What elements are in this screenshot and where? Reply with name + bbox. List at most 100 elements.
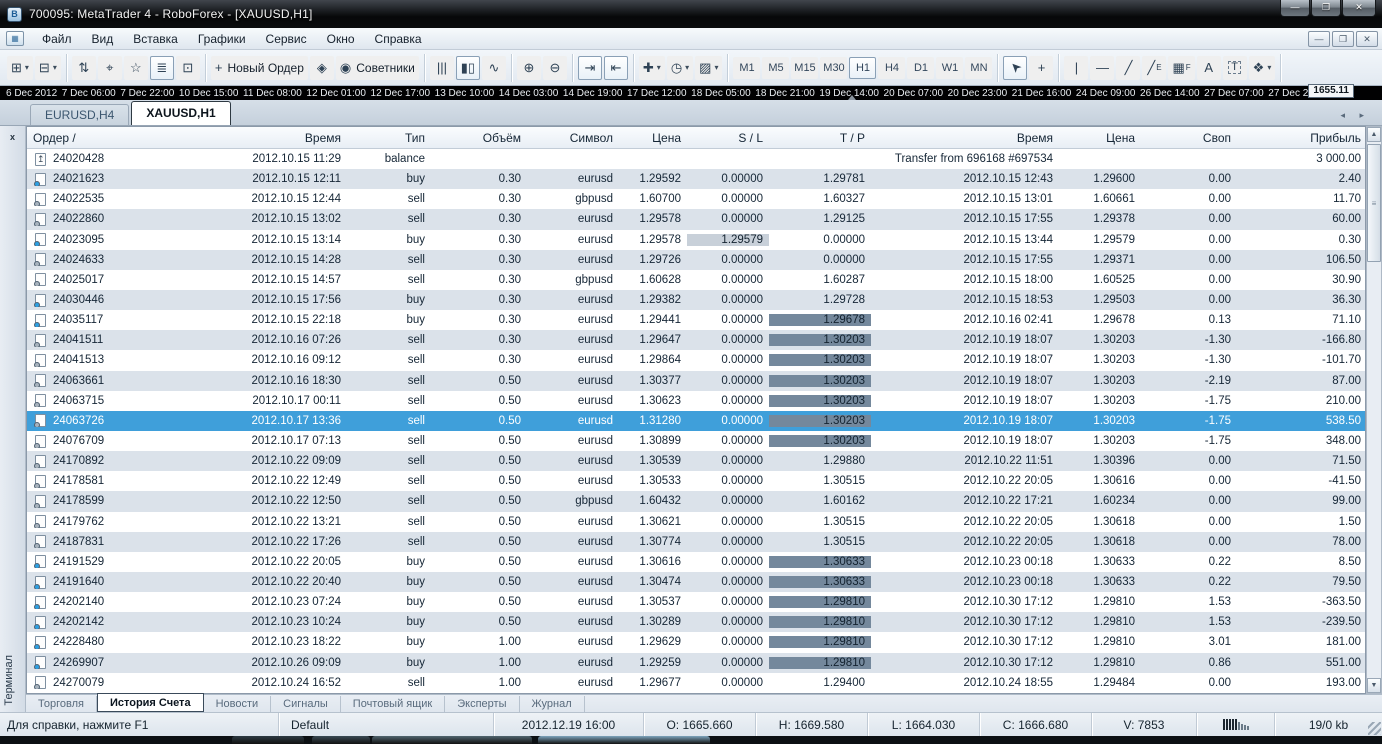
table-row[interactable]: 240415132012.10.16 09:12sell0.30eurusd1.… xyxy=(27,350,1365,370)
table-row[interactable]: 240204282012.10.15 11:29balanceTransfer … xyxy=(27,149,1365,169)
navigator-button[interactable]: ☆ xyxy=(124,56,148,80)
table-row[interactable]: 240246332012.10.15 14:28sell0.30eurusd1.… xyxy=(27,250,1365,270)
terminal-tab-2[interactable]: Новости xyxy=(204,696,272,712)
timeframe-m15-button[interactable]: M15 xyxy=(791,57,818,79)
table-row[interactable]: 241785992012.10.22 12:50sell0.50gbpusd1.… xyxy=(27,491,1365,511)
table-row[interactable]: 240216232012.10.15 12:11buy0.30eurusd1.2… xyxy=(27,169,1365,189)
panel-close-icon[interactable]: x xyxy=(5,130,20,144)
table-row[interactable]: 241708922012.10.22 09:09sell0.50eurusd1.… xyxy=(27,451,1365,471)
taskbar-app-icon[interactable] xyxy=(538,736,710,744)
horizontal-line-button[interactable]: — xyxy=(1090,56,1114,80)
column-header-symbol[interactable]: Символ xyxy=(527,131,619,145)
scroll-down-icon[interactable]: ▼ xyxy=(1367,678,1381,693)
column-header-time1[interactable]: Время xyxy=(143,131,347,145)
table-row[interactable]: 240230952012.10.15 13:14buy0.30eurusd1.2… xyxy=(27,230,1365,250)
column-header-profit[interactable]: Прибыль xyxy=(1237,131,1367,145)
column-header-volume[interactable]: Объём xyxy=(431,131,527,145)
timeframe-mn-button[interactable]: MN xyxy=(965,57,992,79)
market-watch-button[interactable]: ⇅ xyxy=(72,56,96,80)
timeframe-m30-button[interactable]: M30 xyxy=(820,57,847,79)
mdi-minimize-button[interactable]: — xyxy=(1308,31,1330,47)
mdi-close-button[interactable]: ✕ xyxy=(1356,31,1378,47)
title-bar[interactable]: B 700095: MetaTrader 4 - RoboForex - [XA… xyxy=(0,0,1382,28)
zoom-out-button[interactable]: ⊖ xyxy=(543,56,567,80)
column-header-time2[interactable]: Время xyxy=(871,131,1059,145)
menu-item-4[interactable]: Сервис xyxy=(256,30,317,48)
terminal-button[interactable]: ≣ xyxy=(150,56,174,80)
timeframe-d1-button[interactable]: D1 xyxy=(907,57,934,79)
candlestick-chart-button[interactable]: ▮▯ xyxy=(456,56,480,80)
timeframe-m5-button[interactable]: M5 xyxy=(762,57,789,79)
text-label-button[interactable]: T xyxy=(1223,56,1247,80)
terminal-tab-0[interactable]: Торговля xyxy=(26,696,97,712)
table-row[interactable]: 240767092012.10.17 07:13sell0.50eurusd1.… xyxy=(27,431,1365,451)
column-header-tp[interactable]: T / P xyxy=(769,131,871,145)
taskbar-app-icon[interactable] xyxy=(312,736,370,744)
table-row[interactable]: 240250172012.10.15 14:57sell0.30gbpusd1.… xyxy=(27,270,1365,290)
table-row[interactable]: 241915292012.10.22 20:05buy0.50eurusd1.3… xyxy=(27,552,1365,572)
terminal-tab-4[interactable]: Почтовый ящик xyxy=(341,696,445,712)
table-row[interactable]: 242699072012.10.26 09:09buy1.00eurusd1.2… xyxy=(27,653,1365,673)
periods-button[interactable]: ◷▾ xyxy=(667,56,693,80)
cursor-button[interactable]: ➤ xyxy=(1003,56,1027,80)
indicators-button[interactable]: ✚▾ xyxy=(639,56,665,80)
vertical-scrollbar[interactable]: ▲ ≡ ▼ xyxy=(1366,126,1382,694)
terminal-tab-1[interactable]: История Счета xyxy=(97,693,204,712)
zoom-in-button[interactable]: ⊕ xyxy=(517,56,541,80)
chart-tab-xauusd-h1[interactable]: XAUUSD,H1 xyxy=(131,101,230,125)
menu-item-3[interactable]: Графики xyxy=(188,30,256,48)
close-button[interactable]: ✕ xyxy=(1342,0,1376,17)
timeframe-m1-button[interactable]: M1 xyxy=(733,57,760,79)
table-row[interactable]: 240304462012.10.15 17:56buy0.30eurusd1.2… xyxy=(27,290,1365,310)
menu-item-5[interactable]: Окно xyxy=(317,30,365,48)
text-button[interactable]: A xyxy=(1197,56,1221,80)
column-header-swap[interactable]: Своп xyxy=(1141,131,1237,145)
table-row[interactable]: 240225352012.10.15 12:44sell0.30gbpusd1.… xyxy=(27,189,1365,209)
arrows-button[interactable]: ❖▾ xyxy=(1249,56,1276,80)
table-row[interactable]: 241785812012.10.22 12:49sell0.50eurusd1.… xyxy=(27,471,1365,491)
timeframe-h4-button[interactable]: H4 xyxy=(878,57,905,79)
menu-item-2[interactable]: Вставка xyxy=(123,30,188,48)
column-header-sl[interactable]: S / L xyxy=(687,131,769,145)
chart-time-axis[interactable]: 6 Dec 20127 Dec 06:007 Dec 22:0010 Dec 1… xyxy=(0,86,1382,100)
column-header-id[interactable]: Ордер / xyxy=(27,131,143,145)
auto-scroll-button[interactable]: ⇥ xyxy=(578,56,602,80)
mdi-restore-button[interactable]: ❐ xyxy=(1332,31,1354,47)
table-row[interactable]: 241797622012.10.22 13:21sell0.50eurusd1.… xyxy=(27,512,1365,532)
terminal-tab-6[interactable]: Журнал xyxy=(520,696,585,712)
column-header-price2[interactable]: Цена xyxy=(1059,131,1141,145)
scroll-up-icon[interactable]: ▲ xyxy=(1367,127,1381,142)
table-row[interactable]: 240637262012.10.17 13:36sell0.50eurusd1.… xyxy=(27,411,1365,431)
table-row[interactable]: 240637152012.10.17 00:11sell0.50eurusd1.… xyxy=(27,391,1365,411)
terminal-tab-5[interactable]: Эксперты xyxy=(445,696,519,712)
column-header-type[interactable]: Тип xyxy=(347,131,431,145)
table-row[interactable]: 240351172012.10.15 22:18buy0.30eurusd1.2… xyxy=(27,310,1365,330)
column-header-price1[interactable]: Цена xyxy=(619,131,687,145)
fibonacci-button[interactable]: ▦F xyxy=(1168,56,1194,80)
metaeditor-button[interactable]: ◈ xyxy=(310,56,334,80)
vertical-line-button[interactable]: | xyxy=(1064,56,1088,80)
profiles-button[interactable]: ⊟▾ xyxy=(35,56,61,80)
taskbar-app-icon[interactable] xyxy=(232,736,304,744)
table-row[interactable]: 240228602012.10.15 13:02sell0.30eurusd1.… xyxy=(27,209,1365,229)
line-chart-button[interactable]: ∿ xyxy=(482,56,506,80)
menu-item-0[interactable]: Файл xyxy=(32,30,82,48)
templates-button[interactable]: ▨▾ xyxy=(695,56,722,80)
new-order-button[interactable]: +Новый Ордер xyxy=(211,56,308,80)
resize-grip-icon[interactable] xyxy=(1368,722,1381,735)
table-row[interactable]: 242284802012.10.23 18:22buy1.00eurusd1.2… xyxy=(27,632,1365,652)
status-profile[interactable]: Default xyxy=(278,713,493,736)
table-row[interactable]: 241878312012.10.22 17:26sell0.50eurusd1.… xyxy=(27,532,1365,552)
chart-tab-eurusd-h4[interactable]: EURUSD,H4 xyxy=(30,104,129,125)
trendline-button[interactable]: ╱ xyxy=(1116,56,1140,80)
data-window-button[interactable]: ⌖ xyxy=(98,56,122,80)
expert-advisors-button[interactable]: ◉Советники xyxy=(336,56,419,80)
tab-scroll-arrows[interactable]: ◂ ▸ xyxy=(1340,110,1370,121)
chart-shift-button[interactable]: ⇤ xyxy=(604,56,628,80)
table-row[interactable]: 240415112012.10.16 07:26sell0.30eurusd1.… xyxy=(27,330,1365,350)
maximize-button[interactable]: ❐ xyxy=(1311,0,1341,17)
menu-item-6[interactable]: Справка xyxy=(365,30,432,48)
bar-chart-button[interactable]: ||| xyxy=(430,56,454,80)
new-chart-button[interactable]: ⊞▾ xyxy=(7,56,33,80)
timeframe-h1-button[interactable]: H1 xyxy=(849,57,876,79)
